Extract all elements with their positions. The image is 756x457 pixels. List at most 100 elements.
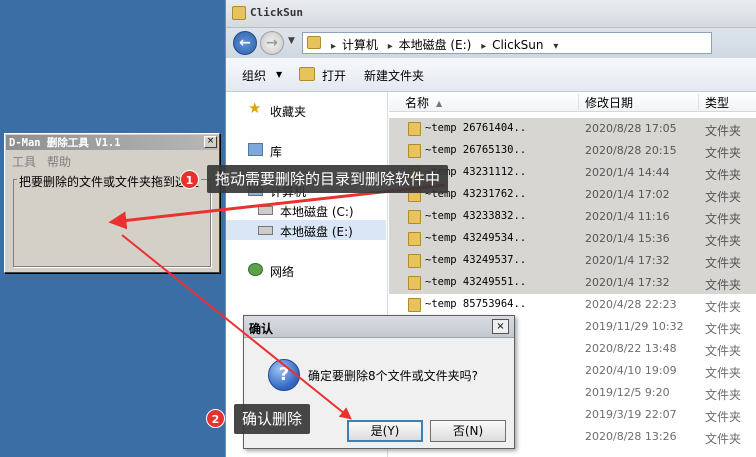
file-date: 2020/4/10 19:09	[585, 364, 677, 377]
file-date: 2020/4/28 22:23	[585, 298, 677, 311]
step-badge-2: 2	[206, 409, 225, 428]
nav-item-label: 本地磁盘 (C:)	[280, 205, 354, 219]
close-button[interactable]: ×	[204, 136, 217, 148]
breadcrumb-computer[interactable]: 计算机	[342, 38, 378, 52]
file-type: 文件夹	[705, 190, 742, 204]
explorer-titlebar[interactable]: ClickSun	[226, 0, 756, 28]
table-row[interactable]: ~temp 43249534.. 2020/1/4 15:36 文件夹	[389, 228, 756, 250]
open-button[interactable]: 打开	[322, 67, 346, 84]
yes-button[interactable]: 是(Y)	[347, 420, 423, 442]
folder-icon	[408, 210, 421, 224]
file-name: ~temp 43249534..	[425, 232, 527, 244]
file-date: 2020/8/22 13:48	[585, 342, 677, 355]
breadcrumb-drive-e[interactable]: 本地磁盘 (E:)	[399, 38, 472, 52]
chevron-down-icon[interactable]: ▼	[288, 36, 295, 46]
nav-item-label: 库	[270, 145, 283, 159]
table-row[interactable]: ~temp 43233832.. 2020/1/4 11:16 文件夹	[389, 206, 756, 228]
file-type: 文件夹	[705, 366, 742, 380]
file-type: 文件夹	[705, 388, 742, 402]
star-icon: ★	[248, 99, 262, 117]
sort-up-icon: ▲	[436, 99, 443, 108]
column-label: 名称	[405, 96, 430, 110]
confirm-titlebar[interactable]: 确认 ×	[244, 316, 514, 338]
table-row[interactable]: ~temp 85753964.. 2020/4/28 22:23 文件夹	[389, 294, 756, 316]
file-date: 2020/8/28 13:26	[585, 430, 677, 443]
folder-icon	[408, 298, 421, 312]
no-button[interactable]: 否(N)	[430, 420, 506, 442]
drive-icon	[258, 206, 273, 215]
menu-help[interactable]: 帮助	[47, 153, 71, 170]
table-row[interactable]: ~temp 43249537.. 2020/1/4 17:32 文件夹	[389, 250, 756, 272]
folder-icon	[408, 232, 421, 246]
file-date: 2020/1/4 17:32	[585, 276, 670, 289]
file-type: 文件夹	[705, 344, 742, 358]
file-type: 文件夹	[705, 410, 742, 424]
file-type: 文件夹	[705, 432, 742, 446]
file-type: 文件夹	[705, 278, 742, 292]
dman-window: D-Man 删除工具 V1.1 × 工具 帮助 把要删除的文件或文件夹拖到这里	[4, 133, 220, 273]
nav-item-drive-e[interactable]: 本地磁盘 (E:)	[226, 220, 386, 240]
column-header-type[interactable]: 类型	[699, 94, 756, 110]
window-title: ClickSun	[250, 6, 303, 19]
folder-icon	[408, 254, 421, 268]
address-bar[interactable]: ▸ 计算机 ▸ 本地磁盘 (E:) ▸ ClickSun ▾	[302, 32, 712, 54]
column-header-date[interactable]: 修改日期	[579, 94, 699, 110]
file-date: 2020/1/4 17:32	[585, 254, 670, 267]
dman-titlebar[interactable]: D-Man 删除工具 V1.1 ×	[6, 135, 218, 150]
file-name: ~temp 43249551..	[425, 276, 527, 288]
drive-icon	[258, 226, 273, 235]
file-name: ~temp 43233832..	[425, 210, 527, 222]
table-row[interactable]: ~temp 43249551.. 2020/1/4 17:32 文件夹	[389, 272, 756, 294]
file-date: 2020/8/28 20:15	[585, 144, 677, 157]
chevron-right-icon: ▸	[387, 41, 393, 52]
step-callout-2: 确认删除	[234, 404, 311, 434]
folder-icon	[307, 36, 321, 49]
table-row[interactable]: ~temp 26761404.. 2020/8/28 17:05 文件夹	[389, 118, 756, 140]
breadcrumb-clicksun[interactable]: ClickSun	[492, 38, 543, 52]
file-type: 文件夹	[705, 322, 742, 336]
file-name: ~temp 26765130..	[425, 144, 527, 156]
nav-item-label: 网络	[270, 265, 295, 279]
file-type: 文件夹	[705, 300, 742, 314]
step-badge-1: 1	[180, 170, 199, 189]
column-header-name[interactable]: 名称 ▲	[389, 94, 579, 110]
menu-tools[interactable]: 工具	[12, 153, 36, 170]
breadcrumb: ▸ 计算机 ▸ 本地磁盘 (E:) ▸ ClickSun ▾	[327, 36, 560, 53]
nav-item-network[interactable]: 网络	[226, 260, 386, 280]
dialog-message: 确定要删除8个文件或文件夹吗?	[308, 369, 479, 383]
step-callout-1: 拖动需要删除的目录到删除软件中	[207, 165, 449, 193]
file-date: 2020/1/4 14:44	[585, 166, 670, 179]
organize-button[interactable]: 组织	[242, 67, 266, 84]
drop-zone[interactable]	[13, 179, 211, 267]
file-type: 文件夹	[705, 256, 742, 270]
file-name: ~temp 26761404..	[425, 122, 527, 134]
forward-button[interactable]: →	[260, 31, 284, 55]
new-folder-button[interactable]: 新建文件夹	[364, 67, 424, 84]
file-type: 文件夹	[705, 168, 742, 182]
file-date: 2019/3/19 22:07	[585, 408, 677, 421]
chevron-right-icon: ▸	[331, 41, 337, 52]
file-date: 2020/1/4 17:02	[585, 188, 670, 201]
file-name: ~temp 43249537..	[425, 254, 527, 266]
library-icon	[248, 143, 263, 156]
network-icon	[248, 263, 263, 276]
question-icon: ?	[268, 359, 300, 391]
back-button[interactable]: ←	[233, 31, 257, 55]
file-date: 2019/12/5 9:20	[585, 386, 670, 399]
file-date: 2020/1/4 11:16	[585, 210, 670, 223]
nav-item-label: 本地磁盘 (E:)	[280, 225, 353, 239]
table-row[interactable]: ~temp 26765130.. 2020/8/28 20:15 文件夹	[389, 140, 756, 162]
chevron-down-icon[interactable]: ▾	[553, 41, 558, 52]
column-headers: 名称 ▲ 修改日期 类型	[389, 92, 756, 112]
nav-item-drive-c[interactable]: 本地磁盘 (C:)	[226, 200, 386, 220]
close-button[interactable]: ×	[492, 319, 509, 334]
drop-zone-label: 把要删除的文件或文件夹拖到这里	[17, 173, 202, 190]
nav-item-favorites[interactable]: ★ 收藏夹	[226, 99, 386, 120]
file-type: 文件夹	[705, 146, 742, 160]
folder-icon	[408, 122, 421, 136]
dialog-title: 确认	[249, 322, 274, 336]
file-type: 文件夹	[705, 124, 742, 138]
nav-item-libraries[interactable]: 库	[226, 140, 386, 160]
caret-down-icon[interactable]: ▼	[276, 70, 282, 79]
folder-icon	[232, 6, 246, 20]
